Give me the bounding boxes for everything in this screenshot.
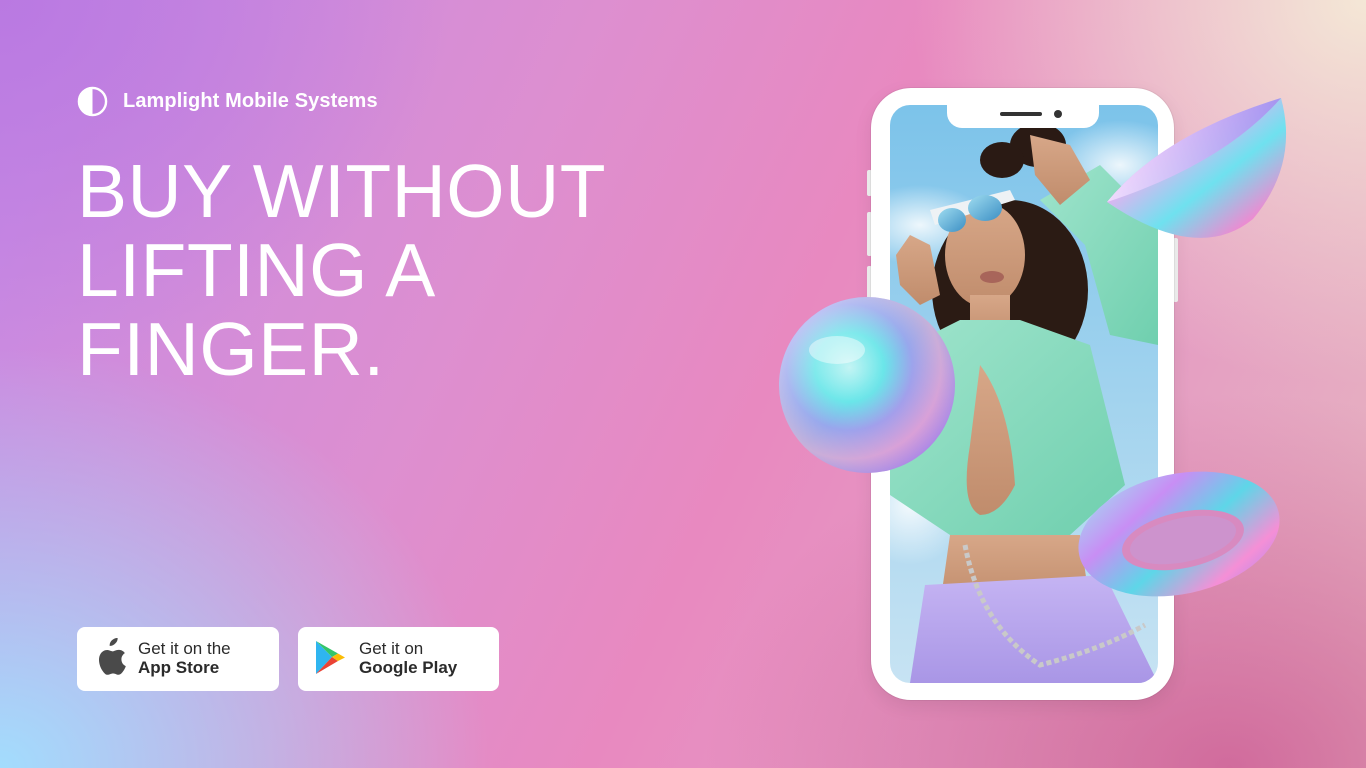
phone-camera: [1054, 110, 1062, 118]
headline-line: BUY WITHOUT: [77, 149, 607, 233]
google-play-line2: Google Play: [359, 658, 458, 677]
app-store-line1: Get it on the: [138, 639, 231, 658]
brand-name: Lamplight Mobile Systems: [123, 90, 378, 112]
phone-speaker: [1000, 112, 1042, 116]
iridescent-sphere: [779, 297, 955, 473]
google-play-button[interactable]: Get it on Google Play: [298, 627, 499, 691]
google-play-text: Get it on Google Play: [359, 639, 457, 678]
headline-line: LIFTING A: [77, 228, 436, 312]
app-store-button[interactable]: Get it on the App Store: [77, 627, 279, 691]
hero-headline: BUY WITHOUT LIFTING A FINGER.: [77, 152, 606, 389]
apple-icon: [99, 638, 126, 675]
google-play-line1: Get it on: [359, 639, 424, 658]
iridescent-hemisphere: [1107, 98, 1287, 238]
app-store-text: Get it on the App Store: [138, 639, 231, 678]
google-play-icon: [316, 641, 345, 674]
brand: Lamplight Mobile Systems: [77, 86, 378, 117]
phone-notch: [947, 105, 1099, 128]
half-circle-logo-icon: [77, 86, 108, 117]
app-store-line2: App Store: [138, 658, 220, 677]
headline-line: FINGER.: [77, 307, 385, 391]
iridescent-torus: [1078, 471, 1280, 597]
